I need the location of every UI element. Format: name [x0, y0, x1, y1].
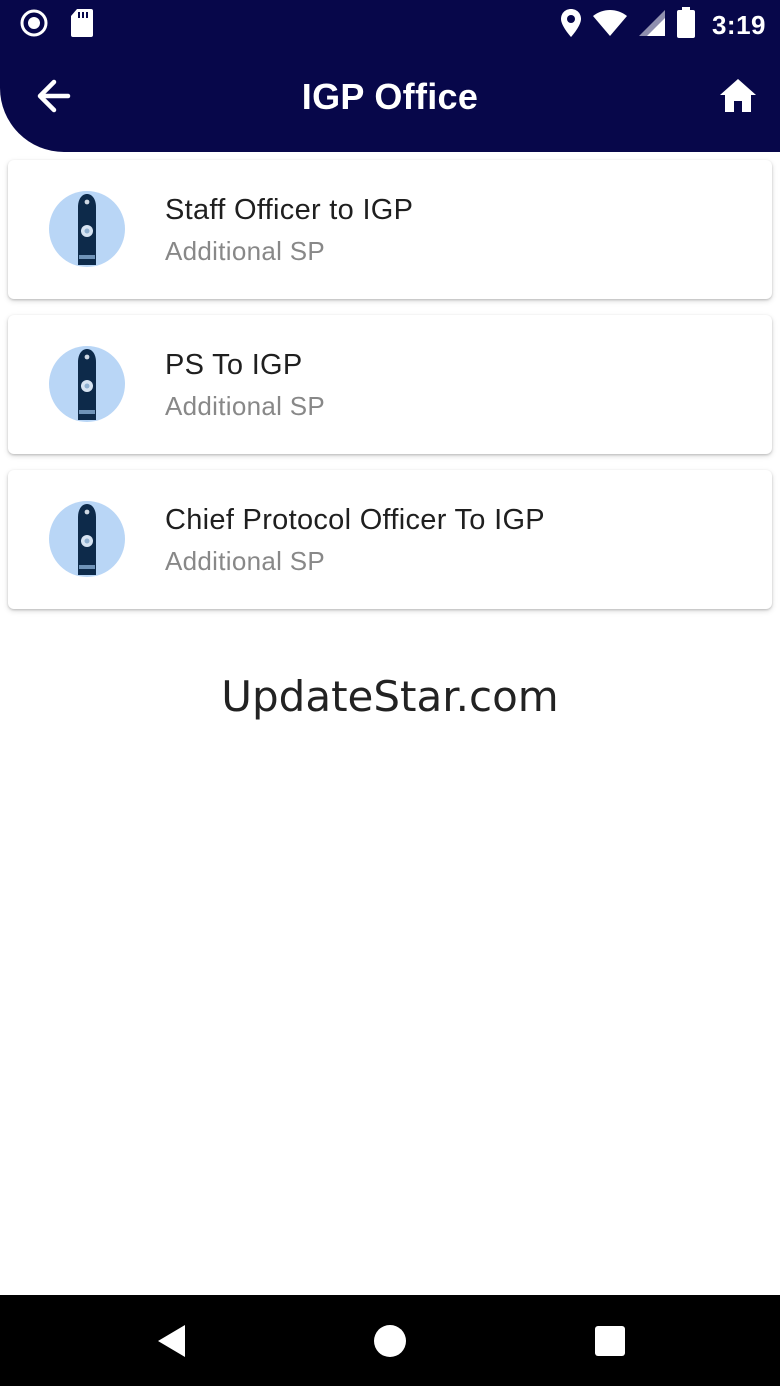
office-list: Staff Officer to IGP Additional SP PS To… [8, 160, 772, 625]
list-item[interactable]: Staff Officer to IGP Additional SP [8, 160, 772, 299]
status-bar: 3:19 [0, 0, 780, 46]
status-time: 3:19 [711, 10, 766, 40]
item-subtitle: Additional SP [165, 391, 326, 421]
battery-icon [676, 7, 696, 44]
record-icon [20, 9, 48, 42]
screen: 3:19 IGP Office Staff Officer to IGP Add… [0, 0, 780, 1386]
list-item[interactable]: Chief Protocol Officer To IGP Additional… [8, 470, 772, 609]
wifi-icon [592, 9, 628, 42]
sd-card-icon [70, 8, 94, 43]
police-epaulette-icon [49, 191, 125, 267]
home-circle-icon [372, 1325, 408, 1363]
item-subtitle: Additional SP [165, 236, 326, 266]
home-button[interactable] [718, 76, 758, 116]
police-epaulette-icon [49, 346, 125, 422]
back-triangle-icon [154, 1325, 190, 1363]
nav-recents-button[interactable] [592, 1323, 628, 1359]
signal-icon [638, 9, 666, 42]
nav-back-button[interactable] [154, 1323, 190, 1359]
home-icon [718, 79, 758, 120]
nav-home-button[interactable] [372, 1323, 408, 1359]
watermark: UpdateStar.com [221, 672, 559, 721]
page-title: IGP Office [301, 76, 479, 117]
navigation-bar [0, 1295, 780, 1386]
item-title: Chief Protocol Officer To IGP [165, 504, 545, 536]
item-subtitle: Additional SP [165, 546, 326, 576]
recents-square-icon [592, 1326, 628, 1363]
list-item[interactable]: PS To IGP Additional SP [8, 315, 772, 454]
app-bar: IGP Office [0, 46, 780, 152]
location-icon [560, 8, 582, 43]
item-title: Staff Officer to IGP [165, 194, 414, 226]
police-epaulette-icon [49, 501, 125, 577]
item-title: PS To IGP [165, 349, 303, 381]
